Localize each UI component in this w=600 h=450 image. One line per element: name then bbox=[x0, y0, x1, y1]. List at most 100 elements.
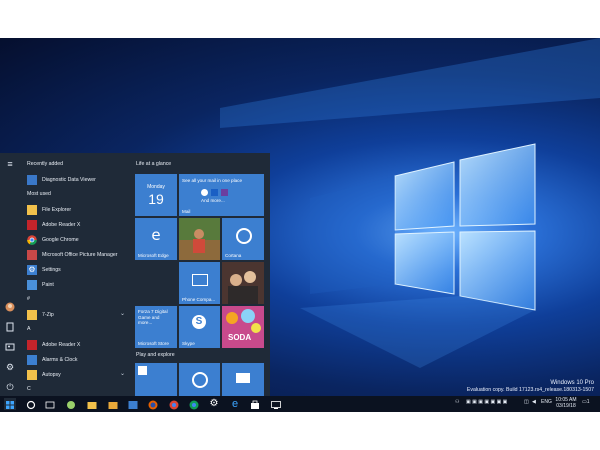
people-icon[interactable]: ⚇ bbox=[455, 399, 459, 405]
settings-gear-icon[interactable]: ⚙ bbox=[5, 362, 15, 372]
window-app-icon bbox=[128, 401, 138, 409]
calendar-tile[interactable]: Monday 19 bbox=[135, 174, 177, 216]
paint-icon bbox=[27, 279, 37, 290]
taskbar-firefox[interactable] bbox=[147, 398, 159, 410]
tray-app-icons[interactable]: ▣ ▣ ▣ ▣ ▣ ▣ ▣ bbox=[466, 399, 507, 405]
mail-label: Mail bbox=[182, 209, 191, 214]
taskbar-app-1[interactable] bbox=[65, 398, 77, 410]
language-indicator[interactable]: ENG bbox=[541, 399, 552, 405]
clock[interactable]: 10:05 AM 03/19/18 bbox=[555, 397, 577, 409]
volume-icon[interactable]: ◀ bbox=[532, 399, 536, 405]
app-label: Autopsy bbox=[42, 371, 61, 378]
clapperboard-icon bbox=[236, 373, 250, 383]
app-google-chrome[interactable]: Google Chrome bbox=[27, 233, 127, 246]
windows-start-icon bbox=[6, 401, 14, 409]
folder-icon bbox=[27, 369, 37, 380]
app-7zip[interactable]: 7-Zip ⌄ bbox=[27, 308, 127, 321]
folder-icon bbox=[108, 402, 118, 409]
task-view-icon bbox=[45, 401, 55, 409]
chrome-icon bbox=[27, 234, 37, 245]
alarm-icon bbox=[27, 354, 37, 365]
gear-icon: ⚙ bbox=[27, 264, 37, 275]
top-letterbox bbox=[0, 0, 600, 38]
photo-thumbnail bbox=[179, 218, 220, 260]
gear-icon: ⚙ bbox=[209, 398, 219, 409]
folder-icon bbox=[27, 204, 37, 215]
app-label: Google Chrome bbox=[42, 236, 79, 243]
news-tile[interactable] bbox=[222, 262, 264, 304]
start-button[interactable] bbox=[4, 398, 16, 410]
app-file-explorer[interactable]: File Explorer bbox=[27, 203, 127, 216]
app-label: Diagnostic Data Viewer bbox=[42, 176, 96, 183]
forza-text: Forza 7 Digital Game and more... bbox=[138, 309, 168, 325]
cortana-label: Cortana bbox=[225, 253, 242, 258]
task-view-button[interactable] bbox=[44, 398, 56, 410]
app-autopsy[interactable]: Autopsy ⌄ bbox=[27, 368, 127, 381]
section-hash-header: # bbox=[27, 296, 30, 302]
bird-app-icon bbox=[67, 401, 75, 409]
app-list: Recently added Diagnostic Data Viewer Mo… bbox=[22, 153, 130, 396]
taskbar-settings[interactable]: ⚙ bbox=[208, 398, 220, 410]
watermark-edition: Windows 10 Pro bbox=[550, 380, 594, 386]
pictures-icon[interactable] bbox=[5, 342, 15, 352]
skype-label: Skype bbox=[182, 341, 195, 346]
start-menu: ≡ ⚙ ⏻ Recently added Diagnostic Data Vie… bbox=[0, 153, 270, 412]
google-icon bbox=[201, 189, 208, 196]
action-center-icon[interactable]: ▭1 bbox=[582, 399, 590, 405]
skype-icon: S bbox=[192, 315, 206, 329]
taskbar-app-folder-2[interactable] bbox=[107, 398, 119, 410]
app-paint[interactable]: Paint bbox=[27, 278, 127, 291]
user-avatar-icon[interactable] bbox=[5, 302, 15, 312]
app-label: File Explorer bbox=[42, 206, 72, 213]
app-settings[interactable]: ⚙ Settings bbox=[27, 263, 127, 276]
cortana-circle-icon bbox=[26, 400, 36, 410]
app-label: Settings bbox=[42, 266, 61, 273]
candy-crush-tile[interactable]: SODA bbox=[222, 306, 264, 348]
watermark-build: Evaluation copy. Build 17123.rs4_release… bbox=[466, 387, 594, 393]
clock-date: 03/19/18 bbox=[556, 403, 576, 409]
taskbar-app-3[interactable] bbox=[127, 398, 139, 410]
cortana-search-button[interactable] bbox=[25, 398, 37, 410]
calendar-day: Monday bbox=[147, 184, 165, 190]
documents-icon[interactable] bbox=[5, 322, 15, 332]
app-picture-manager[interactable]: Microsoft Office Picture Manager bbox=[27, 248, 127, 261]
movies-tv-tile[interactable] bbox=[222, 363, 264, 396]
skype-tile[interactable]: S Skype bbox=[179, 306, 220, 348]
taskbar-chrome-2[interactable] bbox=[188, 398, 200, 410]
power-icon[interactable]: ⏻ bbox=[5, 382, 15, 392]
phone-companion-tile[interactable]: Phone Compa... bbox=[179, 262, 220, 304]
app-label: Paint bbox=[42, 281, 54, 288]
picture-manager-icon bbox=[27, 249, 37, 260]
notification-count: 1 bbox=[586, 399, 590, 405]
app-alarms-clock[interactable]: Alarms & Clock bbox=[27, 353, 127, 366]
photos-tile[interactable] bbox=[179, 218, 220, 260]
groove-music-tile[interactable] bbox=[179, 363, 220, 396]
microsoft-store-tile[interactable]: Forza 7 Digital Game and more... Microso… bbox=[135, 306, 177, 348]
start-left-rail: ≡ ⚙ ⏻ bbox=[0, 153, 20, 396]
network-icon[interactable]: ◫ bbox=[524, 399, 529, 405]
taskbar-edge[interactable]: e bbox=[229, 398, 241, 410]
bottom-letterbox bbox=[0, 412, 600, 450]
taskbar-chrome[interactable] bbox=[168, 398, 180, 410]
solitaire-tile[interactable] bbox=[135, 363, 177, 396]
mail-tile[interactable]: See all your mail in one place And more.… bbox=[179, 174, 264, 216]
app-label: Adobe Reader X bbox=[42, 341, 81, 348]
folder-icon bbox=[27, 309, 37, 320]
edge-tile[interactable]: e Microsoft Edge bbox=[135, 218, 177, 260]
hamburger-menu-icon[interactable]: ≡ bbox=[5, 159, 15, 169]
section-c-header: C bbox=[27, 386, 31, 392]
chrome-icon bbox=[169, 400, 179, 410]
cortana-tile[interactable]: Cortana bbox=[222, 218, 264, 260]
monitor-app-icon bbox=[271, 401, 281, 409]
music-disc-icon bbox=[192, 372, 208, 388]
adobe-reader-icon bbox=[27, 339, 37, 350]
app-adobe-reader[interactable]: Adobe Reader X bbox=[27, 218, 127, 231]
taskbar-file-explorer[interactable] bbox=[86, 398, 98, 410]
cortana-icon bbox=[236, 228, 252, 244]
taskbar: ⚙ e ⚇ ▣ ▣ ▣ ▣ ▣ ▣ ▣ ◫ ◀ ENG 10:05 AM 03/… bbox=[0, 396, 600, 412]
app-adobe-reader-a[interactable]: Adobe Reader X bbox=[27, 338, 127, 351]
evaluation-watermark: Windows 10 Pro Evaluation copy. Build 17… bbox=[467, 380, 594, 394]
taskbar-app-last[interactable] bbox=[270, 398, 282, 410]
app-diagnostic-data-viewer[interactable]: Diagnostic Data Viewer bbox=[27, 173, 127, 186]
taskbar-store[interactable] bbox=[249, 398, 261, 410]
